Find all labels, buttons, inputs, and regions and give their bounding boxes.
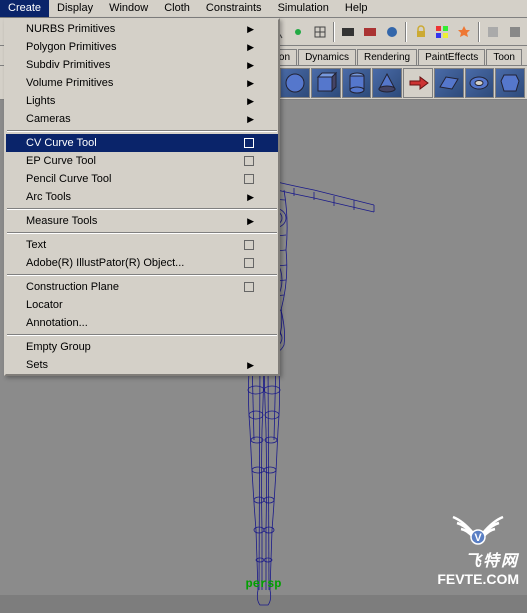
watermark-cn: 飞特网	[437, 547, 519, 571]
menu-empty-group[interactable]: Empty Group	[6, 338, 278, 356]
menu-separator	[7, 232, 277, 234]
menu-separator	[7, 334, 277, 336]
shelf-plane-icon[interactable]	[434, 68, 464, 98]
create-menu-dropdown: NURBS Primitives▶ Polygon Primitives▶ Su…	[4, 18, 280, 376]
chevron-right-icon: ▶	[247, 24, 254, 35]
toolbar-separator	[405, 22, 407, 42]
toolbar-separator	[333, 22, 335, 42]
menu-volume-primitives[interactable]: Volume Primitives▶	[6, 74, 278, 92]
chevron-right-icon: ▶	[247, 192, 254, 203]
shelf2-icon[interactable]	[504, 21, 525, 43]
chevron-right-icon: ▶	[247, 216, 254, 227]
chevron-right-icon: ▶	[247, 78, 254, 89]
menu-sets[interactable]: Sets▶	[6, 356, 278, 374]
chevron-right-icon: ▶	[247, 60, 254, 71]
option-box-icon[interactable]	[244, 174, 254, 184]
shelf-sphere-icon[interactable]	[280, 68, 310, 98]
option-box-icon[interactable]	[244, 258, 254, 268]
menu-ep-curve-tool[interactable]: EP Curve Tool	[6, 152, 278, 170]
snap-point-icon[interactable]	[287, 21, 308, 43]
menu-text[interactable]: Text	[6, 236, 278, 254]
menu-cv-curve-tool[interactable]: CV Curve Tool	[6, 134, 278, 152]
explode-icon[interactable]	[454, 21, 475, 43]
watermark-en: FEVTE.COM	[437, 571, 519, 587]
shelf1-icon[interactable]	[483, 21, 504, 43]
tab-toon[interactable]: Toon	[486, 49, 522, 65]
menu-pencil-curve-tool[interactable]: Pencil Curve Tool	[6, 170, 278, 188]
tab-dynamics[interactable]: Dynamics	[298, 49, 356, 65]
menu-locator[interactable]: Locator	[6, 296, 278, 314]
menu-polygon-primitives[interactable]: Polygon Primitives▶	[6, 38, 278, 56]
toolbar-separator	[478, 22, 480, 42]
menubar: Create Display Window Cloth Constraints …	[0, 0, 527, 18]
option-box-icon[interactable]	[244, 138, 254, 148]
option-box-icon[interactable]	[244, 240, 254, 250]
menu-cameras[interactable]: Cameras▶	[6, 110, 278, 128]
menu-illustrator-object[interactable]: Adobe(R) IllustPator(R) Object...	[6, 254, 278, 272]
wings-icon: V	[437, 509, 519, 545]
menu-simulation[interactable]: Simulation	[270, 0, 337, 17]
option-box-icon[interactable]	[244, 156, 254, 166]
menu-arc-tools[interactable]: Arc Tools▶	[6, 188, 278, 206]
render-globe-icon[interactable]	[381, 21, 402, 43]
shelf-cube-icon[interactable]	[311, 68, 341, 98]
menu-window[interactable]: Window	[101, 0, 156, 17]
menu-separator	[7, 130, 277, 132]
chevron-right-icon: ▶	[247, 360, 254, 371]
menu-cloth[interactable]: Cloth	[156, 0, 198, 17]
svg-text:V: V	[474, 532, 482, 544]
ipr-icon[interactable]	[360, 21, 381, 43]
chevron-right-icon: ▶	[247, 42, 254, 53]
tab-rendering[interactable]: Rendering	[357, 49, 417, 65]
shelf-cone-icon[interactable]	[372, 68, 402, 98]
menu-separator	[7, 208, 277, 210]
menu-subdiv-primitives[interactable]: Subdiv Primitives▶	[6, 56, 278, 74]
render-icon[interactable]	[338, 21, 359, 43]
tab-painteffects[interactable]: PaintEffects	[418, 49, 485, 65]
chevron-right-icon: ▶	[247, 96, 254, 107]
shelf-prism-icon[interactable]	[495, 68, 525, 98]
menu-help[interactable]: Help	[337, 0, 376, 17]
menu-nurbs-primitives[interactable]: NURBS Primitives▶	[6, 20, 278, 38]
shelf-cylinder-icon[interactable]	[342, 68, 372, 98]
camera-label: persp	[245, 577, 281, 591]
shelf-arrow-icon[interactable]	[403, 68, 433, 98]
menu-display[interactable]: Display	[49, 0, 101, 17]
snap-grid-icon[interactable]	[309, 21, 330, 43]
menu-constraints[interactable]: Constraints	[198, 0, 270, 17]
menu-separator	[7, 274, 277, 276]
option-box-icon[interactable]	[244, 282, 254, 292]
menu-annotation[interactable]: Annotation...	[6, 314, 278, 332]
shelf-torus-icon[interactable]	[465, 68, 495, 98]
chevron-right-icon: ▶	[247, 114, 254, 125]
lock-icon[interactable]	[410, 21, 431, 43]
menu-measure-tools[interactable]: Measure Tools▶	[6, 212, 278, 230]
palette-icon[interactable]	[432, 21, 453, 43]
menu-create[interactable]: Create	[0, 0, 49, 17]
watermark: V 飞特网 FEVTE.COM	[437, 509, 519, 587]
menu-lights[interactable]: Lights▶	[6, 92, 278, 110]
menu-construction-plane[interactable]: Construction Plane	[6, 278, 278, 296]
